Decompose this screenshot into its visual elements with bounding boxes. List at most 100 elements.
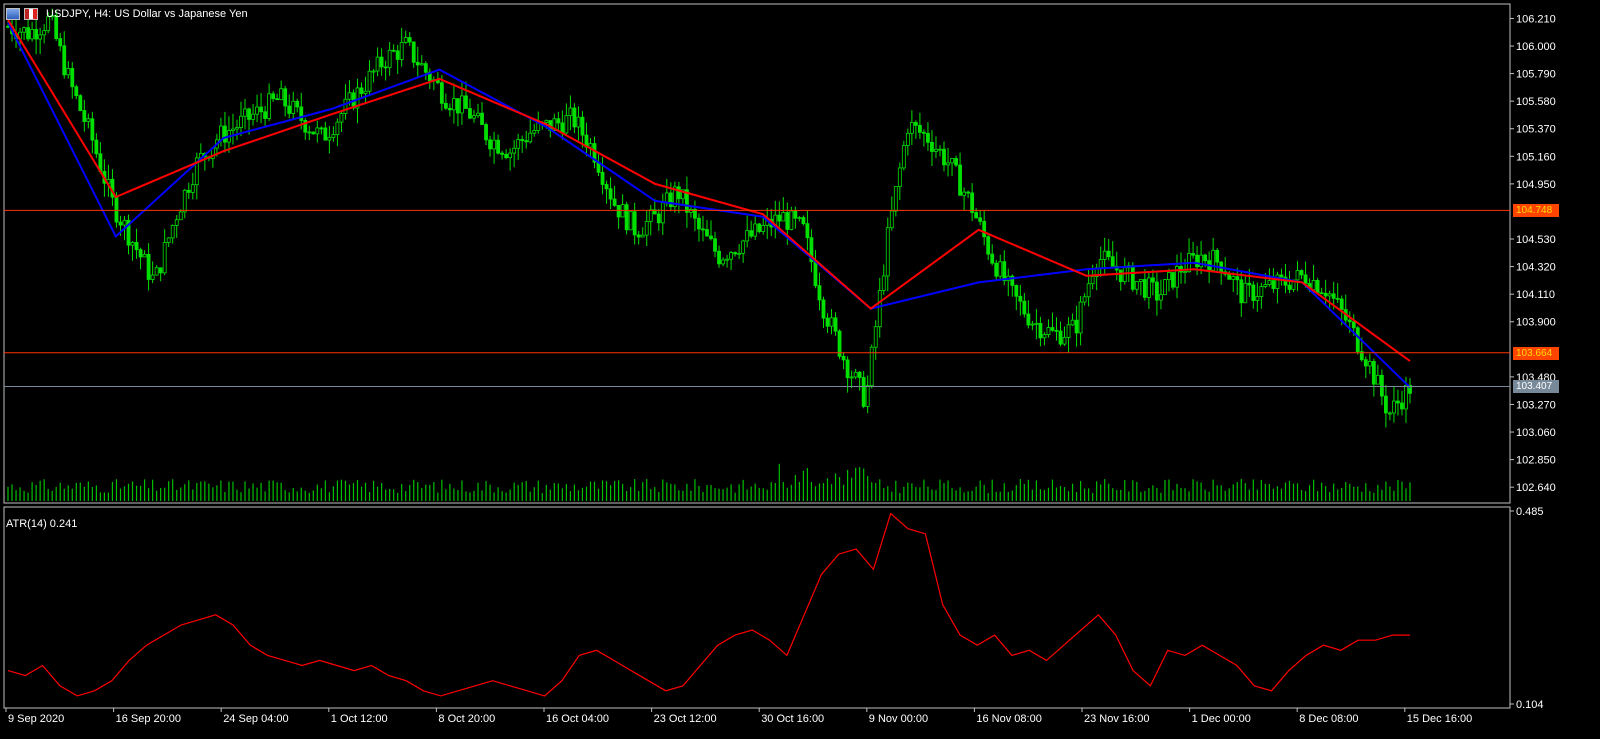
candle-body bbox=[1287, 284, 1292, 290]
y-tick-label: 104.110 bbox=[1516, 289, 1555, 301]
candle-body bbox=[568, 107, 573, 116]
candle-body bbox=[339, 113, 344, 123]
x-tick-label: 8 Oct 20:00 bbox=[438, 713, 495, 725]
candle-body bbox=[797, 217, 802, 219]
candle-body bbox=[556, 118, 561, 124]
candle-body bbox=[331, 134, 336, 138]
candle-body bbox=[1138, 279, 1143, 282]
candle-body bbox=[492, 139, 496, 150]
candle-body bbox=[391, 49, 396, 52]
candle-body bbox=[62, 45, 67, 76]
candle-body bbox=[484, 124, 488, 141]
candle-body bbox=[926, 132, 930, 143]
candle-body bbox=[359, 87, 364, 94]
candle-body bbox=[998, 261, 1003, 277]
chart-window[interactable]: 106.210 106.000 105.790 105.580 105.370 105.1… bbox=[0, 0, 1600, 739]
candle-body bbox=[885, 227, 890, 277]
atr-line bbox=[7, 512, 1410, 697]
candle-body bbox=[1243, 282, 1248, 304]
candle-body bbox=[922, 131, 926, 134]
candle-body bbox=[1122, 267, 1127, 283]
candle-body bbox=[299, 106, 304, 121]
candle-body bbox=[954, 158, 958, 166]
candle-body bbox=[235, 127, 239, 130]
candle-body bbox=[1167, 272, 1171, 281]
candle-body bbox=[78, 95, 83, 111]
candle-body bbox=[1383, 395, 1388, 414]
candle-body bbox=[1022, 300, 1027, 315]
candle-body bbox=[1130, 265, 1135, 290]
candle-body bbox=[423, 63, 428, 73]
volume-bars bbox=[7, 463, 1411, 501]
candle-body bbox=[889, 210, 894, 229]
candle-body bbox=[387, 49, 392, 68]
y-tick-label: 102.850 bbox=[1516, 455, 1556, 467]
chart-canvas[interactable]: 106.210 106.000 105.790 105.580 105.370 105.1… bbox=[0, 0, 1600, 739]
y-tick-label: 105.160 bbox=[1516, 151, 1556, 163]
candle-body bbox=[793, 210, 798, 219]
candle-body bbox=[1251, 284, 1256, 301]
candle-body bbox=[978, 217, 983, 222]
x-tick-label: 23 Nov 16:00 bbox=[1084, 713, 1149, 725]
chart-window-icon[interactable] bbox=[6, 8, 20, 20]
candle-body bbox=[158, 267, 163, 274]
candle-body bbox=[757, 223, 762, 232]
candle-body bbox=[1171, 272, 1175, 288]
candle-body bbox=[632, 211, 637, 236]
candle-body bbox=[877, 290, 882, 328]
candle-body bbox=[1271, 280, 1276, 289]
candle-body bbox=[379, 56, 384, 68]
candle-body bbox=[918, 124, 922, 133]
candle-body bbox=[170, 225, 175, 239]
candle-body bbox=[411, 41, 416, 63]
candle-body bbox=[1155, 281, 1159, 301]
candle-body bbox=[1247, 282, 1252, 286]
candle-body bbox=[1396, 400, 1400, 404]
y-tick-label: 102.640 bbox=[1516, 482, 1556, 494]
candle-body bbox=[524, 140, 529, 143]
candle-body bbox=[845, 359, 850, 379]
candle-body bbox=[865, 385, 870, 407]
atr-y-tick-label: 0.104 bbox=[1516, 699, 1544, 711]
candle-body bbox=[656, 213, 661, 224]
candle-body bbox=[1371, 361, 1376, 385]
x-tick-label: 16 Oct 04:00 bbox=[546, 713, 609, 725]
atr-y-tick-label: 0.485 bbox=[1516, 506, 1544, 518]
candle-body bbox=[1375, 374, 1380, 385]
candle-body bbox=[528, 132, 533, 143]
candle-body bbox=[705, 229, 709, 237]
candle-body bbox=[130, 242, 135, 246]
x-tick-label: 16 Sep 20:00 bbox=[116, 713, 181, 725]
candle-body bbox=[315, 127, 320, 135]
candle-body bbox=[982, 220, 987, 238]
candle-body bbox=[1239, 279, 1244, 304]
candle-body bbox=[472, 115, 476, 119]
candle-body bbox=[66, 68, 71, 76]
candle-body bbox=[488, 139, 492, 150]
candle-body bbox=[1203, 254, 1208, 262]
candle-body bbox=[291, 100, 296, 114]
candle-body bbox=[243, 108, 247, 117]
candle-body bbox=[118, 221, 123, 226]
chart-title-bar: USDJPY, H4: US Dollar vs Japanese Yen bbox=[6, 6, 248, 22]
y-tick-label: 106.000 bbox=[1516, 41, 1556, 53]
candle-body bbox=[1367, 361, 1372, 367]
candle-body bbox=[1074, 319, 1079, 334]
candle-body bbox=[737, 252, 742, 255]
candle-body bbox=[580, 116, 585, 136]
x-tick-label: 16 Nov 08:00 bbox=[976, 713, 1041, 725]
candle-body bbox=[1263, 284, 1268, 287]
candle-body bbox=[1327, 293, 1332, 297]
y-tick-label: 105.370 bbox=[1516, 124, 1556, 136]
candle-body bbox=[283, 88, 288, 107]
candle-body bbox=[701, 228, 705, 231]
candle-body bbox=[150, 274, 155, 280]
candle-body bbox=[640, 234, 645, 238]
x-tick-label: 30 Oct 16:00 bbox=[761, 713, 824, 725]
candle-body bbox=[909, 122, 914, 134]
candle-body bbox=[231, 128, 235, 132]
candle-body bbox=[70, 68, 75, 88]
candle-body bbox=[223, 125, 227, 143]
candle-body bbox=[1363, 359, 1368, 367]
candle-body bbox=[994, 262, 999, 277]
